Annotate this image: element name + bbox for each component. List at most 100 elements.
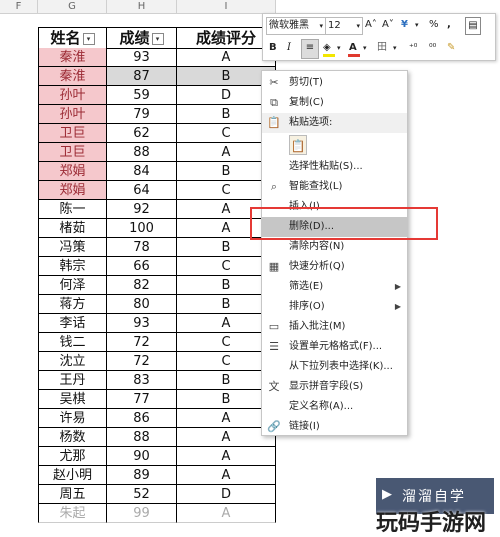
table-row: 尤那 90 A (38, 447, 276, 466)
score-cell[interactable]: 88 (107, 143, 177, 162)
name-cell[interactable]: 秦淮 (38, 48, 107, 67)
score-cell[interactable]: 79 (107, 105, 177, 124)
decrease-decimal-button[interactable]: ⁰⁰ (429, 40, 436, 56)
name-cell[interactable]: 卫巨 (38, 143, 107, 162)
chevron-down-icon[interactable]: ▾ (363, 40, 367, 56)
score-cell[interactable]: 62 (107, 124, 177, 143)
chevron-down-icon[interactable]: ▾ (337, 40, 341, 56)
grade-cell[interactable]: A (177, 447, 276, 466)
italic-button[interactable]: I (287, 40, 291, 56)
menu-item-define-name[interactable]: 定义名称(A)... (262, 397, 407, 417)
name-cell[interactable]: 杨数 (38, 428, 107, 447)
name-cell[interactable]: 李话 (38, 314, 107, 333)
score-cell[interactable]: 72 (107, 352, 177, 371)
format-table-icon[interactable]: ▤ (465, 17, 481, 35)
chevron-down-icon: ▾ (319, 22, 323, 30)
name-header[interactable]: 姓名 ▾ (38, 27, 107, 49)
name-cell[interactable]: 秦淮 (38, 67, 107, 86)
name-cell[interactable]: 钱二 (38, 333, 107, 352)
menu-item-insert-comment[interactable]: ▭ 插入批注(M) (262, 317, 407, 337)
menu-item-quick-analysis[interactable]: ▦ 快速分析(Q) (262, 257, 407, 277)
align-center-button[interactable]: ≡ (301, 39, 319, 59)
menu-item-sort[interactable]: 排序(O) ▶ (262, 297, 407, 317)
bold-button[interactable]: B (269, 40, 277, 56)
score-cell[interactable]: 83 (107, 371, 177, 390)
name-cell[interactable]: 沈立 (38, 352, 107, 371)
score-cell[interactable]: 86 (107, 409, 177, 428)
score-cell[interactable]: 72 (107, 333, 177, 352)
name-cell[interactable]: 韩宗 (38, 257, 107, 276)
name-cell[interactable]: 周五 (38, 485, 107, 504)
menu-item-format-cells[interactable]: ☰ 设置单元格格式(F)... (262, 337, 407, 357)
score-cell[interactable]: 89 (107, 466, 177, 485)
increase-decimal-button[interactable]: ⁺⁰ (409, 40, 417, 56)
border-icon[interactable]: 田 (377, 40, 387, 56)
score-cell[interactable]: 93 (107, 48, 177, 67)
menu-item-link[interactable]: 🔗 链接(I) (262, 417, 407, 437)
name-cell[interactable]: 尤那 (38, 447, 107, 466)
name-cell[interactable]: 吴棋 (38, 390, 107, 409)
menu-item-paste-special[interactable]: 选择性粘贴(S)... (262, 157, 407, 177)
menu-item-clear-contents[interactable]: 清除内容(N) (262, 237, 407, 257)
name-cell[interactable]: 卫巨 (38, 124, 107, 143)
score-cell[interactable]: 52 (107, 485, 177, 504)
table-row: 郑娟 64 C (38, 181, 276, 200)
filter-dropdown-icon[interactable]: ▾ (151, 32, 164, 45)
column-header-f[interactable]: F (0, 0, 38, 14)
score-cell[interactable]: 100 (107, 219, 177, 238)
name-cell[interactable]: 郑娟 (38, 162, 107, 181)
column-header-h[interactable]: H (107, 0, 177, 14)
score-cell[interactable]: 82 (107, 276, 177, 295)
column-header-i[interactable]: I (177, 0, 276, 14)
score-cell[interactable]: 88 (107, 428, 177, 447)
score-cell[interactable]: 99 (107, 504, 177, 523)
name-cell[interactable]: 朱起 (38, 504, 107, 523)
grade-cell[interactable]: A (177, 504, 276, 523)
menu-item-copy[interactable]: ⧉ 复制(C) (262, 93, 407, 113)
menu-item-smart-lookup[interactable]: ⌕ 智能查找(L) (262, 177, 407, 197)
column-header-g[interactable]: G (38, 0, 107, 14)
name-cell[interactable]: 陈一 (38, 200, 107, 219)
name-cell[interactable]: 何泽 (38, 276, 107, 295)
score-cell[interactable]: 87 (107, 67, 177, 86)
percent-button[interactable]: % (429, 17, 439, 33)
name-cell[interactable]: 蒋方 (38, 295, 107, 314)
name-cell[interactable]: 王丹 (38, 371, 107, 390)
menu-item-filter[interactable]: 筛选(E) ▶ (262, 277, 407, 297)
filter-dropdown-icon[interactable]: ▾ (82, 32, 95, 45)
score-cell[interactable]: 92 (107, 200, 177, 219)
name-cell[interactable]: 郑娟 (38, 181, 107, 200)
grade-cell[interactable]: D (177, 485, 276, 504)
menu-item-show-phonetic[interactable]: 文 显示拼音字段(S) (262, 377, 407, 397)
menu-item-cut[interactable]: ✂ 剪切(T) (262, 73, 407, 93)
grade-cell[interactable]: A (177, 466, 276, 485)
name-cell[interactable]: 赵小明 (38, 466, 107, 485)
score-cell[interactable]: 59 (107, 86, 177, 105)
format-painter-icon[interactable]: ✎ (447, 40, 455, 56)
grow-font-button[interactable]: A˄ (365, 17, 377, 33)
menu-item-pick-from-list[interactable]: 从下拉列表中选择(K)... (262, 357, 407, 377)
table-row: 王丹 83 B (38, 371, 276, 390)
score-cell[interactable]: 90 (107, 447, 177, 466)
score-cell[interactable]: 64 (107, 181, 177, 200)
currency-icon[interactable]: ¥ (401, 17, 408, 33)
shrink-font-button[interactable]: A˅ (382, 17, 394, 33)
name-cell[interactable]: 孙叶 (38, 105, 107, 124)
font-name-select[interactable]: 微软雅黑 ▾ (266, 17, 326, 35)
name-cell[interactable]: 楮茹 (38, 219, 107, 238)
score-cell[interactable]: 77 (107, 390, 177, 409)
score-cell[interactable]: 66 (107, 257, 177, 276)
score-cell[interactable]: 84 (107, 162, 177, 181)
comma-style-button[interactable]: , (447, 17, 451, 33)
score-cell[interactable]: 80 (107, 295, 177, 314)
font-size-select[interactable]: 12 ▾ (325, 17, 363, 35)
score-header[interactable]: 成绩 ▾ (107, 27, 177, 49)
score-cell[interactable]: 93 (107, 314, 177, 333)
name-cell[interactable]: 许易 (38, 409, 107, 428)
paste-button-icon[interactable]: 📋 (289, 135, 307, 155)
chevron-down-icon[interactable]: ▾ (415, 17, 419, 33)
name-cell[interactable]: 冯策 (38, 238, 107, 257)
name-cell[interactable]: 孙叶 (38, 86, 107, 105)
score-cell[interactable]: 78 (107, 238, 177, 257)
chevron-down-icon[interactable]: ▾ (393, 40, 397, 56)
